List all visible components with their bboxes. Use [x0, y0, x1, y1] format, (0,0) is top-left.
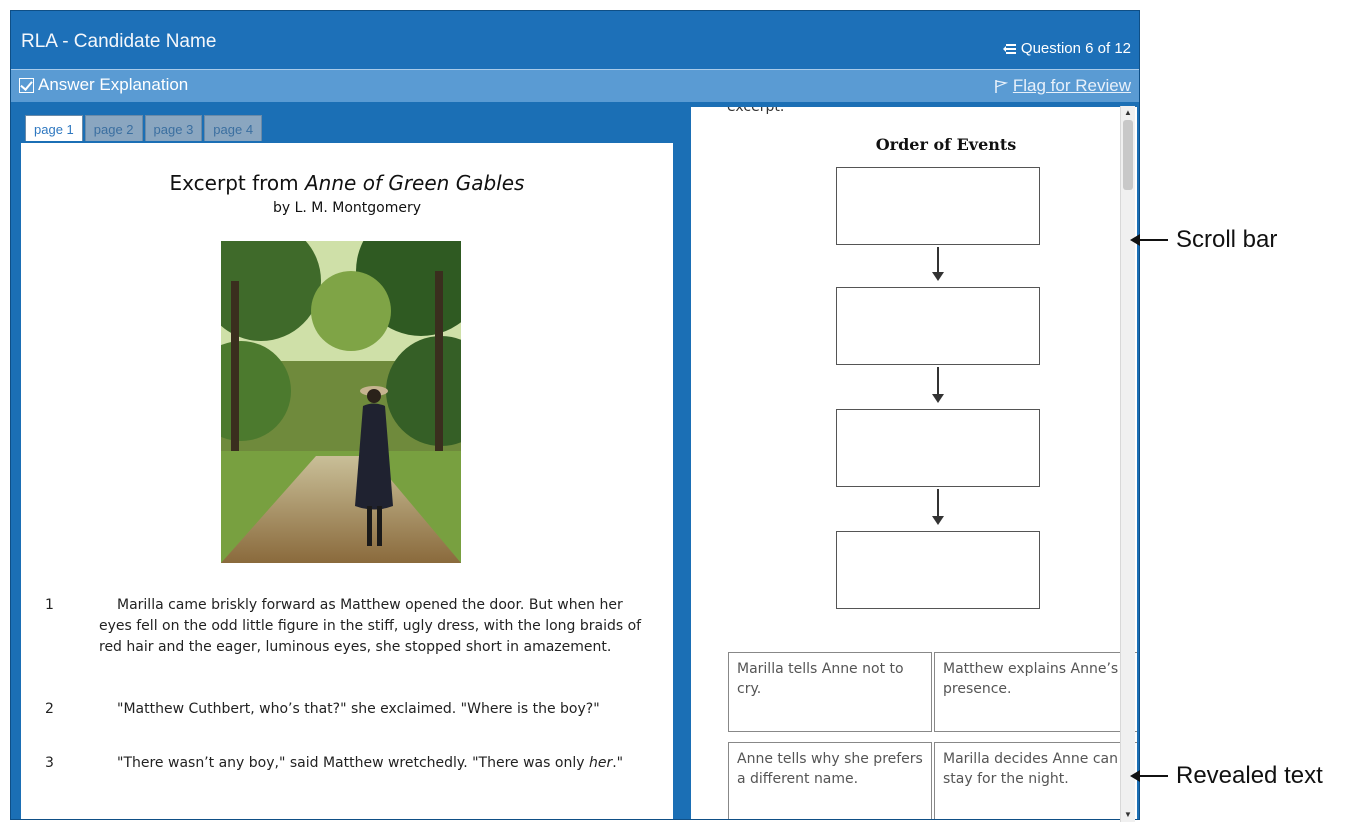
test-window: RLA - Candidate Name Question 6 of 12 An…	[10, 10, 1140, 820]
scroll-bar-callout-label: Scroll bar	[1176, 226, 1278, 253]
revealed-text-callout: Revealed text	[1130, 762, 1323, 790]
flag-for-review-button[interactable]: Flag for Review	[993, 76, 1131, 96]
toolbar: Answer Explanation Flag for Review	[11, 69, 1139, 102]
passage-tabs: page 1 page 2 page 3 page 4	[25, 115, 263, 143]
passage-title: Excerpt from Anne of Green Gables	[21, 171, 673, 195]
answer-option-1[interactable]: Marilla tells Anne not to cry.	[728, 652, 932, 732]
left-arrow-icon	[1130, 234, 1168, 246]
answer-explanation-label: Answer Explanation	[38, 75, 189, 94]
passage-book-title: Anne of Green Gables	[305, 171, 525, 195]
tab-page-2[interactable]: page 2	[84, 115, 143, 141]
passage-panel: page 1 page 2 page 3 page 4 Excerpt from…	[17, 107, 673, 819]
answer-option-4[interactable]: Marilla decides Anne can stay for the ni…	[934, 742, 1137, 819]
tab-page-1[interactable]: page 1	[25, 115, 83, 141]
paragraph-number: 3	[45, 755, 54, 771]
question-panel: excerpt. Order of Events Marilla tells A…	[691, 107, 1137, 819]
drop-target-box-3[interactable]	[836, 409, 1040, 487]
answer-explanation-toggle[interactable]: Answer Explanation	[19, 75, 188, 95]
down-arrow-icon	[932, 367, 944, 403]
question-counter-label: Question 6 of 12	[1020, 40, 1131, 57]
vertical-scrollbar[interactable]: ▲ ▼	[1120, 106, 1135, 822]
flag-icon	[995, 80, 1008, 93]
passage-content: Excerpt from Anne of Green Gables by L. …	[21, 143, 673, 819]
paragraph-text-part: "There wasn’t any boy," said Matthew wre…	[117, 755, 589, 771]
passage-illustration	[221, 241, 461, 563]
passage-title-prefix: Excerpt from	[169, 171, 305, 195]
paragraph-text-part: ."	[612, 755, 624, 771]
checkbox-checked-icon[interactable]	[19, 77, 34, 93]
tab-page-3[interactable]: page 3	[144, 115, 203, 141]
paragraph-number: 2	[45, 701, 54, 717]
paragraph-number: 1	[45, 597, 54, 613]
down-arrow-icon	[932, 489, 944, 525]
scroll-thumb[interactable]	[1123, 120, 1133, 190]
left-arrow-icon	[1130, 770, 1168, 782]
drop-target-box-2[interactable]	[836, 287, 1040, 365]
flag-for-review-label: Flag for Review	[1012, 76, 1131, 95]
scroll-bar-callout: Scroll bar	[1130, 226, 1278, 254]
passage-author: by L. M. Montgomery	[272, 200, 422, 216]
app-title: RLA - Candidate Name	[21, 31, 217, 52]
tab-page-4[interactable]: page 4	[204, 115, 263, 141]
list-icon	[1002, 43, 1016, 54]
paragraph-emphasis: her	[588, 755, 613, 771]
drop-target-box-1[interactable]	[836, 167, 1040, 245]
answer-option-2[interactable]: Matthew explains Anne’s presence.	[934, 652, 1137, 732]
down-arrow-icon	[932, 247, 944, 281]
paragraph-text: Marilla came briskly forward as Matthew …	[99, 597, 642, 655]
question-counter: Question 6 of 12	[1002, 40, 1131, 57]
answer-option-3[interactable]: Anne tells why she prefers a different n…	[728, 742, 932, 819]
scroll-up-icon[interactable]: ▲	[1123, 108, 1133, 118]
scroll-down-icon[interactable]: ▼	[1123, 810, 1133, 820]
drop-target-box-4[interactable]	[836, 531, 1040, 609]
paragraph-text: "Matthew Cuthbert, who’s that?" she excl…	[117, 701, 600, 717]
paragraph-text: "There wasn’t any boy," said Matthew wre…	[99, 753, 649, 774]
panel-divider[interactable]	[673, 107, 689, 819]
diagram-title: Order of Events	[875, 135, 1017, 154]
revealed-text-callout-label: Revealed text	[1176, 762, 1323, 789]
title-bar: RLA - Candidate Name Question 6 of 12	[11, 11, 1139, 69]
question-prompt-fragment: excerpt.	[727, 107, 785, 115]
